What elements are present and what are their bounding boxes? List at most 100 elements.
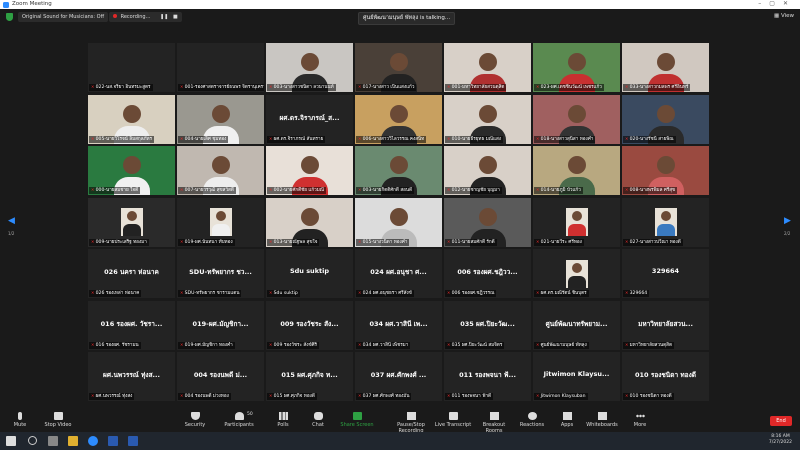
pause-stop-recording-button[interactable]: Pause/Stop Recording [385,412,437,434]
word-doc-icon[interactable] [128,436,138,446]
apps-button[interactable]: Apps [547,412,587,428]
participant-tile[interactable]: Jitwimon Klaysu... Jitwimon Klaysuban [533,352,620,401]
more-button[interactable]: More [620,412,660,428]
apps-grid-icon [562,412,572,420]
grid-view-icon: ▦ [773,13,781,19]
participant-tile[interactable]: 007-นายวรวุฒิ สุขสวัสดิ์ [177,146,264,195]
participant-tile[interactable]: 023-ผศ.เดชชินวัฒน์ เพชรแก้ว [533,43,620,92]
participant-name-label: 019-ผศ.มัญชิกา ทองคำ [178,341,235,349]
participant-tile[interactable]: 001-มหาวิทยาลัยสวนดุสิต [444,43,531,92]
participant-tile[interactable]: 003-นายกิตติศักดิ์ สอนดี [355,146,442,195]
share-screen-button[interactable]: Share Screen [337,412,377,428]
participant-tile[interactable]: 008-นางพรพิมล ศรีสุข [622,146,709,195]
participant-name-label: 001-มหาวิทยาลัยสวนดุสิต [445,84,507,91]
participant-tile[interactable]: 004-นายเลิศ ชุมทอง [177,94,264,144]
participant-tile[interactable]: 006-นางสาววิไลวรรณ คงสนิท [355,94,442,144]
security-shield-icon[interactable] [6,13,13,21]
participant-tile[interactable]: 011-นายสมศักดิ์ รักดี [444,197,531,247]
prev-page-icon[interactable]: ◀ [8,216,15,226]
participant-tile[interactable]: 011 รองพจนา ฟ้... 011 รองพจนา ฟ้าดี [444,352,531,401]
stop-video-button[interactable]: Stop Video [38,412,78,428]
participant-tile[interactable]: มหาวิทยาลัยสวน... มหาวิทยาลัยสวนดุสิต [622,300,709,350]
participant-tile[interactable]: 022-นส.จริยา อินทรมะสูตร [88,43,175,92]
participants-count: 50 [247,412,253,417]
participant-name-label: 003-นายกิตติศักดิ์ สอนดี [356,187,415,194]
participant-tile[interactable]: 021-นายวีระ ศรีทอง [533,197,620,247]
participant-tile[interactable]: 027-นางสาวปวีณา ทองดี [622,197,709,247]
page-indicator-right: 2/2 [784,231,791,236]
participant-tile[interactable]: 329664 329664 [622,249,709,298]
security-button[interactable]: Security [175,412,215,428]
reactions-button[interactable]: Reactions [512,412,552,428]
participant-name-label: SDU-ทรัพยากร ชารามแดน [178,290,242,297]
stop-recording-icon[interactable]: ■ [173,14,178,20]
participant-tile[interactable]: 012-นายชาญชัย บุญมา [444,146,531,195]
participant-tile[interactable]: 016 รองผศ. วัชรา... 016 รองผศ. รัชรามน [88,300,175,350]
original-sound-toggle[interactable]: Original Sound for Musicians: Off [18,12,109,22]
participant-tile[interactable]: 018-นางสาวสุนิสา ทองคำ [533,94,620,144]
next-page-icon[interactable]: ▶ [784,216,791,226]
participant-tile[interactable]: 019-ผศ.นันทนา ทับทอง [177,197,264,247]
polls-button[interactable]: Polls [263,412,303,428]
participant-tile[interactable]: Sdu suktip Sdu suktip [266,249,353,298]
microphone-icon [18,412,22,420]
page-indicator-left: 1/2 [8,231,15,236]
participant-tile[interactable]: 001-รองศาสตราจารย์ธนพร จิตรานุเคราะห์ [177,43,264,92]
participant-tile[interactable]: ศูนย์พัฒนาทรัพยาม... ศูนย์พัฒนามนุษย์ พัท… [533,300,620,350]
live-transcript-button[interactable]: Live Transcript [433,412,473,428]
participant-tile[interactable]: 009-นายประเสริฐ ทองมา [88,197,175,247]
participant-name-label: 035 ผศ.ปิยะวัฒน์ สมจิตร [445,341,505,349]
participant-tile[interactable]: 035 ผศ.ปิยะวัฒ... 035 ผศ.ปิยะวัฒน์ สมจิตร [444,300,531,350]
participant-tile[interactable]: ผศ.ดร.มณีรัตน์ ชินบุตร [533,249,620,298]
file-explorer-icon[interactable] [68,436,78,446]
participant-tile[interactable]: 006 รองผศ.ชฎิวว... 006 รองผศ.ชฎิวรรณ [444,249,531,298]
participant-display-name: SDU-ทรัพยากร ชว... [189,268,252,276]
chat-button[interactable]: Chat [298,412,338,428]
participant-tile[interactable]: 026 นครา ห่อนาค 026 รองเหล่า ห่อนาค [88,249,175,298]
taskbar-clock[interactable]: 8:16 AM 7/27/2022 [769,434,792,446]
search-icon[interactable] [28,436,37,445]
participant-tile[interactable]: 034 ผศ.วาสินี เพ... 034 ผศ.วาสินี เพ็ชรมา [355,300,442,350]
participant-tile[interactable]: 017-นางสาว เป็นแสงแก้ว [355,43,442,92]
participant-tile[interactable]: ผศ.นพวรรณ์ ทุ่งส... ผศ.นพวรรณ์ ทุ่งสง [88,352,175,401]
participant-display-name: 034 ผศ.วาสินี เพ... [369,319,428,328]
participant-tile[interactable]: 000-นายสมชาย ใจดี [88,146,175,195]
participant-tile[interactable]: 010-นายธีรยุทธ มณีแสง [444,94,531,144]
recording-indicator[interactable]: Recording... ❚❚ ■ [109,12,182,22]
participant-tile[interactable]: 024 ผศ.อนุชา ศ... 024 ผศ.อนุชธรา ศรีสังข์ [355,249,442,298]
end-meeting-button[interactable]: End [770,416,792,426]
participant-name-label: 005-นายวิโรจน์ ลิ้มสกุลภัทร [89,135,155,143]
participant-tile[interactable]: 020-นางรัชนี สายพิณ [622,94,709,144]
participant-tile[interactable]: 010 รองชนิดา ทองดี 010 รองชนิดา ทองดี [622,352,709,401]
participant-display-name: 004 รองนพดี ม่... [193,371,248,379]
participant-tile[interactable]: SDU-ทรัพยากร ชว... SDU-ทรัพยากร ชารามแดน [177,249,264,298]
participant-tile[interactable]: 013-นายณัฐพล สุขใจ [266,197,353,247]
participant-name-label: 012-นายชาญชัย บุญมา [445,187,502,194]
participant-tile[interactable]: 004 รองนพดี ม่... 004 รองนพดี ม่วงทอง [177,352,264,401]
participant-tile[interactable]: 009 รองวัชระ สัง... 009 รองวัชระ สังข์ศิร… [266,300,353,350]
task-view-icon[interactable] [48,436,58,446]
window-controls[interactable]: –▢✕ [758,0,796,7]
participant-tile[interactable]: 033-นางสาวกมลพร ศรีอินทร์ [622,43,709,92]
mute-button[interactable]: Mute [0,412,40,428]
windows-start-icon[interactable] [6,436,16,446]
pause-recording-icon[interactable]: ❚❚ [160,14,168,20]
participant-tile[interactable]: 037 ผศ.ศักพงศ์ ... 037 ผศ.ศักพงศ์ ทองมั่น [355,352,442,401]
zoom-app-icon[interactable] [88,436,98,446]
participant-tile[interactable]: 003-นางสาวชนิดา ลวนานนท์ [266,43,353,92]
participant-display-name: 019-ผศ.มัญชิกา... [192,319,249,328]
participants-button[interactable]: Participants [219,412,259,428]
participant-tile[interactable]: 005-นายวิโรจน์ ลิ้มสกุลภัทร [88,94,175,144]
participant-tile[interactable]: 015 ผศ.ศุภกิจ ท... 015 ผศ.ศุภกิจ ทองดี [266,352,353,401]
participant-tile[interactable]: ผศ.ดร.จิราภรณ์_ส... ผศ.ดร.จิราภรณ์ สันทรา… [266,94,353,144]
participant-name-label: Sdu suktip [267,290,300,297]
whiteboards-button[interactable]: Whiteboards [582,412,622,428]
view-button[interactable]: ▦ View [774,13,794,19]
participant-tile[interactable]: 014-นายภูมิ บัวแก้ว [533,146,620,195]
participant-tile[interactable]: 002-นายศักดิ์ชัย แก้วมณี [266,146,353,195]
breakout-rooms-button[interactable]: Breakout Rooms [474,412,514,434]
word-icon[interactable] [108,436,118,446]
participant-tile[interactable]: 015-นางวนิดา ทองคำ [355,197,442,247]
participant-tile[interactable]: 019-ผศ.มัญชิกา... 019-ผศ.มัญชิกา ทองคำ [177,300,264,350]
participant-name-label: 015 ผศ.ศุภกิจ ทองดี [267,393,317,400]
